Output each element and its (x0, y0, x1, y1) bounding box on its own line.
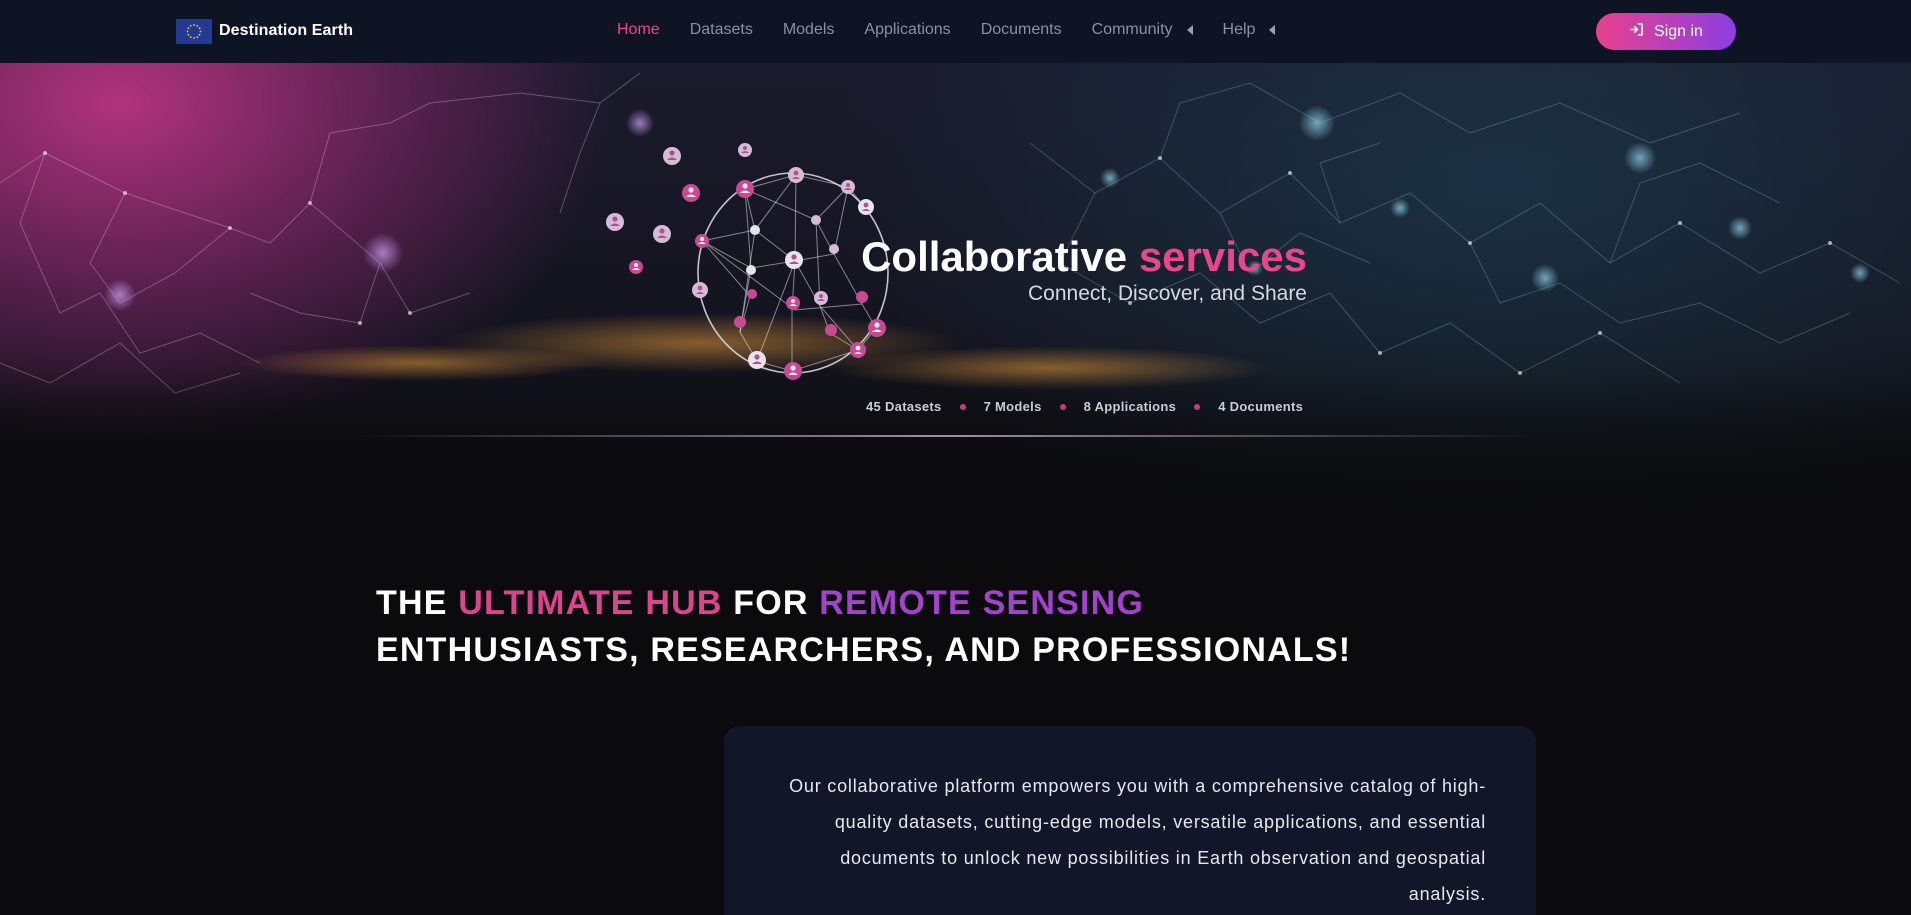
headline-part: FOR (733, 584, 809, 622)
caret-left-icon (1186, 25, 1193, 35)
hero-divider (355, 435, 1535, 437)
nav-help-label: Help (1222, 21, 1256, 38)
intro-description-card: Our collaborative platform empowers you … (724, 726, 1536, 915)
nav-datasets[interactable]: Datasets (690, 21, 753, 39)
stat-models: 7 Models (983, 399, 1042, 414)
stat-separator-dot (1194, 403, 1201, 410)
sign-in-label: Sign in (1654, 22, 1703, 40)
nav-community-dropdown[interactable]: Community (1092, 21, 1193, 39)
headline-part: ENTHUSIASTS, RESEARCHERS, AND PROFESSION… (376, 631, 1352, 669)
nav-help-dropdown[interactable]: Help (1223, 21, 1276, 39)
nav-community-label: Community (1091, 21, 1173, 38)
intro-description: Our collaborative platform empowers you … (789, 776, 1486, 904)
intro-headline: THE ULTIMATE HUB FOR REMOTE SENSING ENTH… (376, 580, 1376, 674)
main-nav: Home Datasets Models Applications Docume… (617, 21, 1305, 39)
hero-subtitle: Connect, Discover, and Share (1028, 282, 1307, 305)
headline-part: THE (376, 584, 448, 622)
nav-home[interactable]: Home (617, 21, 660, 39)
eu-flag-icon (176, 18, 212, 44)
sign-in-icon (1629, 22, 1644, 42)
catalog-stats: 45 Datasets 7 Models 8 Applications 4 Do… (866, 399, 1303, 414)
hero-title: Collaborative services (861, 233, 1307, 281)
hero-title-main: Collaborative (861, 233, 1128, 280)
sign-in-button[interactable]: Sign in (1596, 13, 1736, 50)
headline-highlight-ultimate-hub: ULTIMATE HUB (458, 584, 723, 622)
stat-separator-dot (1059, 403, 1066, 410)
nav-documents[interactable]: Documents (981, 21, 1062, 39)
hero-banner: Collaborative services Connect, Discover… (0, 63, 1911, 510)
stat-datasets: 45 Datasets (866, 399, 942, 414)
stat-separator-dot (959, 403, 966, 410)
brand-logo-link[interactable]: Destination Earth (176, 18, 353, 44)
nav-models[interactable]: Models (783, 21, 835, 39)
stat-applications: 8 Applications (1083, 399, 1177, 414)
headline-highlight-remote-sensing: REMOTE SENSING (819, 584, 1145, 622)
top-navbar: Destination Earth Home Datasets Models A… (0, 0, 1911, 63)
caret-left-icon (1269, 25, 1276, 35)
brand-name: Destination Earth (219, 22, 354, 39)
stat-documents: 4 Documents (1218, 399, 1304, 414)
hero-bottom-fade (0, 370, 1911, 510)
nav-applications[interactable]: Applications (864, 21, 950, 39)
hero-title-accent: services (1138, 233, 1307, 280)
